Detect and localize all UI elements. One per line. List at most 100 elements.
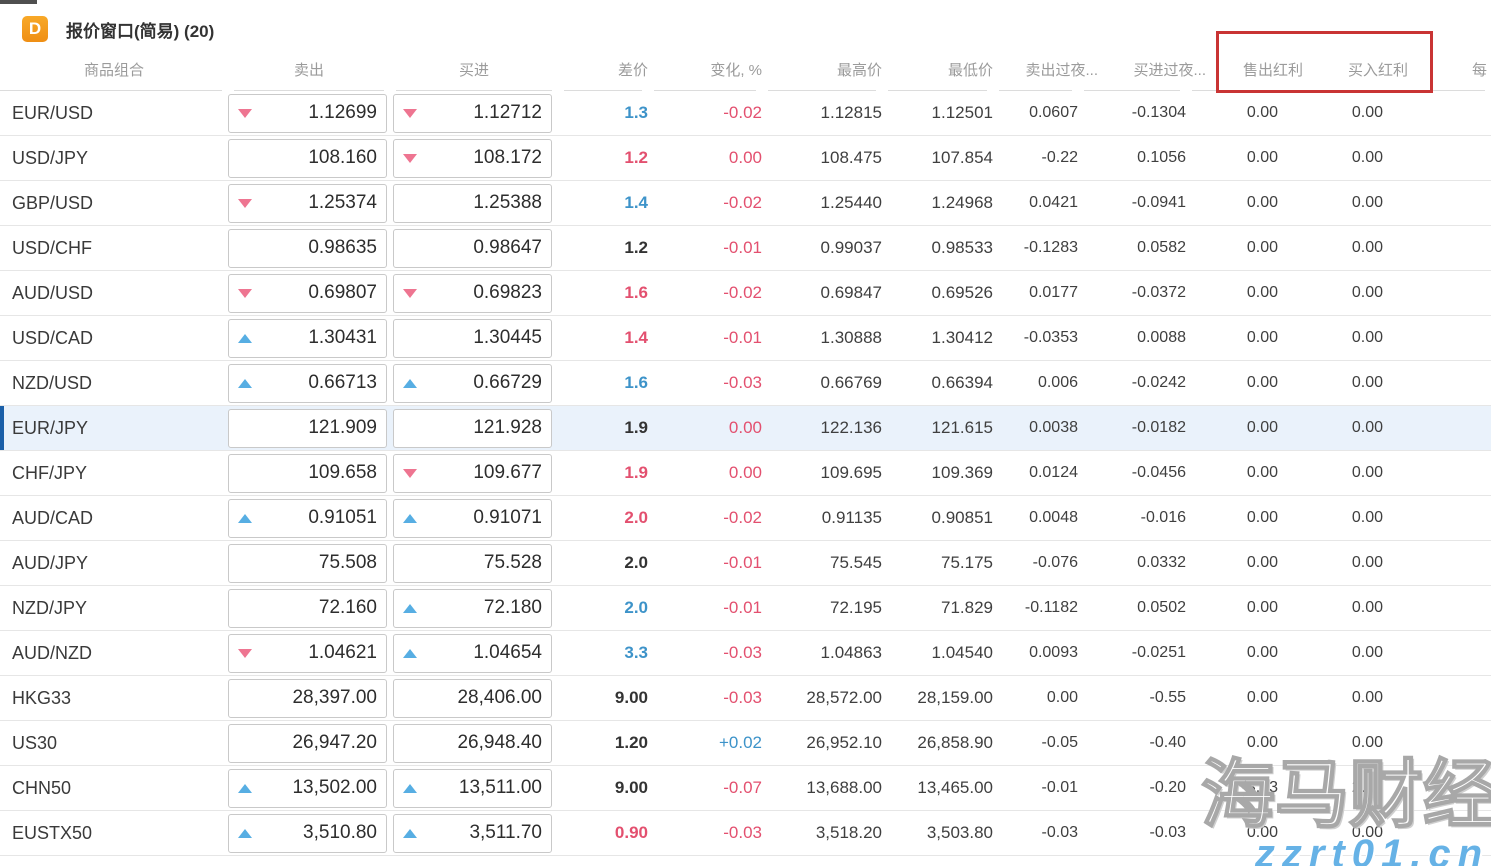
- quote-row[interactable]: CHF/JPY 109.658 109.677 1.9 0.00 109.695…: [0, 451, 1491, 496]
- sell-price-button[interactable]: 0.66713: [228, 364, 387, 403]
- sell-price-button[interactable]: 28,397.00: [228, 679, 387, 718]
- spread-value: 3.3: [558, 643, 648, 663]
- spread-value: 1.4: [558, 193, 648, 213]
- low-value: 0.90851: [882, 508, 993, 528]
- buy-price: 0.66729: [473, 372, 542, 394]
- sell-price-button[interactable]: 1.30431: [228, 319, 387, 358]
- quote-row[interactable]: NZD/JPY 72.160 72.180 2.0 -0.01 72.195 7…: [0, 586, 1491, 631]
- column-header-buy-dividend[interactable]: 买入红利: [1278, 48, 1383, 91]
- buy-price: 13,511.00: [459, 777, 542, 799]
- buy-price-button[interactable]: 1.04654: [393, 634, 552, 673]
- buy-trend-arrow-icon: [403, 604, 417, 613]
- sell-dividend-value: 0.00: [1186, 104, 1278, 122]
- buy-trend-arrow-icon: [403, 379, 417, 388]
- sell-price-button[interactable]: 0.91051: [228, 499, 387, 538]
- buy-trend-arrow-icon: [403, 829, 417, 838]
- sell-price-button[interactable]: 26,947.20: [228, 724, 387, 763]
- buy-price-button[interactable]: 13,511.00: [393, 769, 552, 808]
- column-header-change[interactable]: 变化, %: [648, 48, 762, 91]
- buy-price-button[interactable]: 75.528: [393, 544, 552, 583]
- buy-price-button[interactable]: 1.25388: [393, 184, 552, 223]
- change-percent-value: -0.01: [648, 238, 762, 258]
- quote-row[interactable]: AUD/CAD 0.91051 0.91071 2.0 -0.02 0.9113…: [0, 496, 1491, 541]
- symbol-label: AUD/CAD: [0, 508, 228, 529]
- sell-price: 1.04621: [308, 642, 377, 664]
- sell-dividend-value: 0.00: [1186, 419, 1278, 437]
- symbol-label: USD/CHF: [0, 238, 228, 259]
- quote-row[interactable]: USD/CHF 0.98635 0.98647 1.2 -0.01 0.9903…: [0, 226, 1491, 271]
- buy-price-button[interactable]: 28,406.00: [393, 679, 552, 718]
- sell-price-button[interactable]: 3,510.80: [228, 814, 387, 853]
- buy-price-button[interactable]: 0.69823: [393, 274, 552, 313]
- sell-price-button[interactable]: 1.25374: [228, 184, 387, 223]
- column-header-sell-dividend[interactable]: 售出红利: [1186, 48, 1278, 91]
- sell-price-button[interactable]: 72.160: [228, 589, 387, 628]
- buy-overnight-value: -0.0182: [1078, 419, 1186, 437]
- buy-price: 26,948.40: [457, 732, 542, 754]
- spread-value: 1.6: [558, 283, 648, 303]
- quote-row[interactable]: EUSTX50 3,510.80 3,511.70 0.90 -0.03 3,5…: [0, 811, 1491, 856]
- quote-row[interactable]: EUR/JPY 121.909 121.928 1.9 0.00 122.136…: [0, 406, 1491, 451]
- quote-row[interactable]: AUD/NZD 1.04621 1.04654 3.3 -0.03 1.0486…: [0, 631, 1491, 676]
- quote-row[interactable]: CHN50 13,502.00 13,511.00 9.00 -0.07 13,…: [0, 766, 1491, 811]
- buy-price-button[interactable]: 1.12712: [393, 94, 552, 133]
- high-value: 0.99037: [762, 238, 882, 258]
- sell-price-button[interactable]: 108.160: [228, 139, 387, 178]
- buy-price-button[interactable]: 0.98647: [393, 229, 552, 268]
- spread-value: 2.0: [558, 598, 648, 618]
- quote-row[interactable]: AUD/USD 0.69807 0.69823 1.6 -0.02 0.6984…: [0, 271, 1491, 316]
- buy-price: 1.25388: [473, 192, 542, 214]
- buy-price-button[interactable]: 108.172: [393, 139, 552, 178]
- sell-price-button[interactable]: 109.658: [228, 454, 387, 493]
- buy-overnight-value: -0.03: [1078, 824, 1186, 842]
- buy-price-button[interactable]: 26,948.40: [393, 724, 552, 763]
- sell-price-button[interactable]: 0.98635: [228, 229, 387, 268]
- sell-price-button[interactable]: 0.69807: [228, 274, 387, 313]
- quote-row[interactable]: USD/JPY 108.160 108.172 1.2 0.00 108.475…: [0, 136, 1491, 181]
- sell-price-button[interactable]: 121.909: [228, 409, 387, 448]
- quote-row[interactable]: NZD/USD 0.66713 0.66729 1.6 -0.03 0.6676…: [0, 361, 1491, 406]
- buy-price-button[interactable]: 1.30445: [393, 319, 552, 358]
- column-header-spread[interactable]: 差价: [558, 48, 648, 91]
- sell-dividend-value: 0.00: [1186, 509, 1278, 527]
- buy-overnight-value: -0.0456: [1078, 464, 1186, 482]
- column-header-per[interactable]: 每: [1383, 48, 1491, 91]
- sell-overnight-value: 0.0607: [993, 104, 1078, 122]
- column-header-buy[interactable]: 买进: [390, 48, 558, 91]
- quote-row[interactable]: EUR/USD 1.12699 1.12712 1.3 -0.02 1.1281…: [0, 91, 1491, 136]
- buy-price: 1.12712: [473, 102, 542, 124]
- column-header-sell[interactable]: 卖出: [228, 48, 390, 91]
- column-header-high[interactable]: 最高价: [762, 48, 882, 91]
- sell-price-button[interactable]: 13,502.00: [228, 769, 387, 808]
- sell-price-button[interactable]: 75.508: [228, 544, 387, 583]
- buy-price-button[interactable]: 72.180: [393, 589, 552, 628]
- column-header-sell-overnight[interactable]: 卖出过夜...: [993, 48, 1078, 91]
- quote-row[interactable]: GBP/USD 1.25374 1.25388 1.4 -0.02 1.2544…: [0, 181, 1491, 226]
- change-percent-value: -0.07: [648, 778, 762, 798]
- quote-row[interactable]: AUD/JPY 75.508 75.528 2.0 -0.01 75.545 7…: [0, 541, 1491, 586]
- sell-price-button[interactable]: 1.04621: [228, 634, 387, 673]
- high-value: 0.69847: [762, 283, 882, 303]
- column-header-low[interactable]: 最低价: [882, 48, 993, 91]
- buy-price: 0.98647: [473, 237, 542, 259]
- sell-overnight-value: -0.01: [993, 779, 1078, 797]
- buy-price-button[interactable]: 0.66729: [393, 364, 552, 403]
- symbol-label: EUSTX50: [0, 823, 228, 844]
- buy-price-button[interactable]: 109.677: [393, 454, 552, 493]
- quote-row[interactable]: HKG33 28,397.00 28,406.00 9.00 -0.03 28,…: [0, 676, 1491, 721]
- buy-price-button[interactable]: 0.91071: [393, 499, 552, 538]
- buy-price-button[interactable]: 3,511.70: [393, 814, 552, 853]
- buy-price-button[interactable]: 121.928: [393, 409, 552, 448]
- sell-dividend-value: 0.00: [1186, 464, 1278, 482]
- window-title: 报价窗口(简易) (20): [66, 17, 214, 42]
- quote-row[interactable]: USD/CAD 1.30431 1.30445 1.4 -0.01 1.3088…: [0, 316, 1491, 361]
- quote-row[interactable]: US30 26,947.20 26,948.40 1.20 +0.02 26,9…: [0, 721, 1491, 766]
- sell-price: 0.69807: [308, 282, 377, 304]
- buy-trend-arrow-icon: [403, 784, 417, 793]
- change-percent-value: -0.02: [648, 508, 762, 528]
- sell-price-button[interactable]: 1.12699: [228, 94, 387, 133]
- sell-overnight-value: -0.22: [993, 149, 1078, 167]
- column-header-symbol[interactable]: 商品组合: [0, 48, 228, 91]
- high-value: 3,518.20: [762, 823, 882, 843]
- column-header-buy-overnight[interactable]: 买进过夜...: [1078, 48, 1186, 91]
